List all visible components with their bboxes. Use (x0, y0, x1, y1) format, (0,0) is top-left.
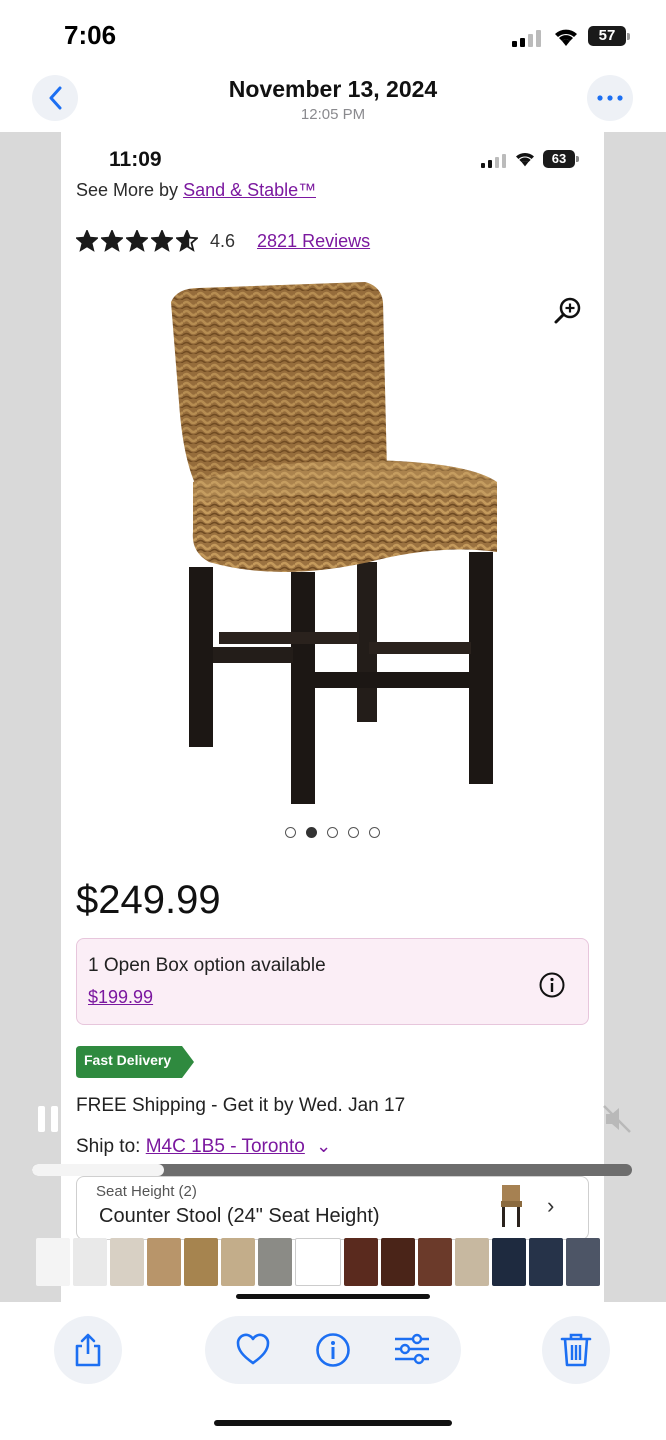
inner-battery-icon: 63 (543, 150, 579, 168)
star-partial-icon (176, 230, 198, 252)
battery-level: 57 (598, 27, 616, 44)
open-box-price-link[interactable]: $199.99 (88, 987, 153, 1008)
thumbnail-item[interactable] (221, 1238, 255, 1286)
brand-link[interactable]: Sand & Stable™ (183, 180, 316, 200)
carousel-dot[interactable] (327, 827, 338, 838)
ellipsis-icon (597, 95, 623, 101)
info-icon[interactable] (315, 1332, 351, 1368)
seat-height-value: Counter Stool (24" Seat Height) (99, 1205, 380, 1227)
ship-to-label: Ship to: (76, 1136, 141, 1157)
inner-status-time: 11:09 (109, 148, 162, 171)
rating-value: 4.6 (210, 230, 236, 251)
photo-time: 12:05 PM (300, 106, 366, 123)
wifi-icon (555, 29, 577, 46)
photo-viewer[interactable]: 11:09 63 See More by Sand & Stable™ 4.6 … (0, 132, 666, 1302)
thumbnail-strip[interactable] (36, 1238, 630, 1288)
thumbnail-item[interactable] (184, 1238, 218, 1286)
carousel-dots[interactable] (285, 827, 380, 838)
bottom-toolbar (0, 1302, 666, 1440)
heart-icon[interactable] (235, 1332, 271, 1366)
video-scrubber[interactable] (32, 1164, 632, 1176)
star-rating (76, 230, 198, 252)
carousel-dot[interactable] (348, 827, 359, 838)
rating-row: 4.6 2821 Reviews (76, 228, 370, 254)
see-more-line: See More by Sand & Stable™ (76, 180, 316, 202)
stool-thumbnail (501, 1185, 522, 1227)
fast-delivery-label: Fast Delivery (84, 1052, 172, 1068)
star-full-icon (151, 230, 173, 252)
inner-wifi-icon (516, 152, 534, 167)
thumbnail-item[interactable] (492, 1238, 526, 1286)
chevron-right-icon: › (547, 1193, 555, 1218)
delete-button[interactable] (542, 1316, 610, 1384)
photo-date: November 13, 2024 (228, 76, 438, 102)
open-box-banner[interactable]: 1 Open Box option available $199.99 (76, 938, 589, 1025)
zoom-in-icon[interactable] (553, 296, 583, 326)
product-price: $249.99 (76, 878, 221, 922)
see-more-prefix: See More by (76, 180, 184, 200)
star-full-icon (126, 230, 148, 252)
thumbnail-item[interactable] (381, 1238, 415, 1286)
star-full-icon (76, 230, 98, 252)
pause-icon[interactable] (36, 1104, 60, 1134)
more-button[interactable] (587, 75, 633, 121)
share-button[interactable] (54, 1316, 122, 1384)
thumbnail-item[interactable] (36, 1238, 70, 1286)
info-circle-icon[interactable] (538, 971, 566, 999)
product-image-bar-stool[interactable] (169, 282, 509, 817)
ship-to-row[interactable]: Ship to: M4C 1B5 - Toronto ⌄ (76, 1136, 331, 1158)
trash-icon (560, 1333, 592, 1367)
inner-signal-icon (481, 154, 506, 168)
inner-battery-level: 63 (543, 150, 575, 168)
status-bar: 7:06 57 (0, 0, 666, 70)
thumbnail-item[interactable] (147, 1238, 181, 1286)
seat-height-selector[interactable]: Seat Height (2) Counter Stool (24" Seat … (76, 1176, 589, 1240)
signal-icon (512, 30, 541, 47)
thumbnail-item[interactable] (110, 1238, 144, 1286)
thumbnail-item[interactable] (258, 1238, 292, 1286)
ship-to-location-link[interactable]: M4C 1B5 - Toronto (146, 1136, 305, 1157)
star-full-icon (101, 230, 123, 252)
mute-icon[interactable] (600, 1102, 634, 1136)
thumbnail-item[interactable] (344, 1238, 378, 1286)
status-time: 7:06 (64, 20, 117, 50)
open-box-text: 1 Open Box option available (88, 955, 326, 976)
share-icon (75, 1333, 101, 1367)
screenshot-content: 11:09 63 See More by Sand & Stable™ 4.6 … (61, 132, 604, 1302)
thumbnail-item[interactable] (566, 1238, 600, 1286)
chevron-down-icon: ⌄ (316, 1136, 332, 1156)
home-indicator (214, 1420, 452, 1426)
thumbnail-item[interactable] (418, 1238, 452, 1286)
carousel-dot[interactable] (369, 827, 380, 838)
carousel-dot[interactable] (285, 827, 296, 838)
thumbnail-item[interactable] (529, 1238, 563, 1286)
thumbnail-item[interactable] (455, 1238, 489, 1286)
battery-icon: 57 (588, 26, 630, 46)
carousel-dot[interactable] (306, 827, 317, 838)
shipping-text: FREE Shipping - Get it by Wed. Jan 17 (76, 1095, 406, 1116)
thumbnail-item[interactable] (73, 1238, 107, 1286)
reviews-link[interactable]: 2821 Reviews (257, 231, 370, 252)
action-pill (205, 1316, 461, 1384)
inner-home-indicator (236, 1294, 430, 1299)
thumbnail-item[interactable] (295, 1238, 341, 1286)
video-progress (32, 1164, 164, 1176)
seat-height-label: Seat Height (2) (96, 1183, 197, 1200)
adjust-icon[interactable] (393, 1332, 431, 1366)
photo-header: November 13, 2024 12:05 PM (0, 70, 666, 132)
